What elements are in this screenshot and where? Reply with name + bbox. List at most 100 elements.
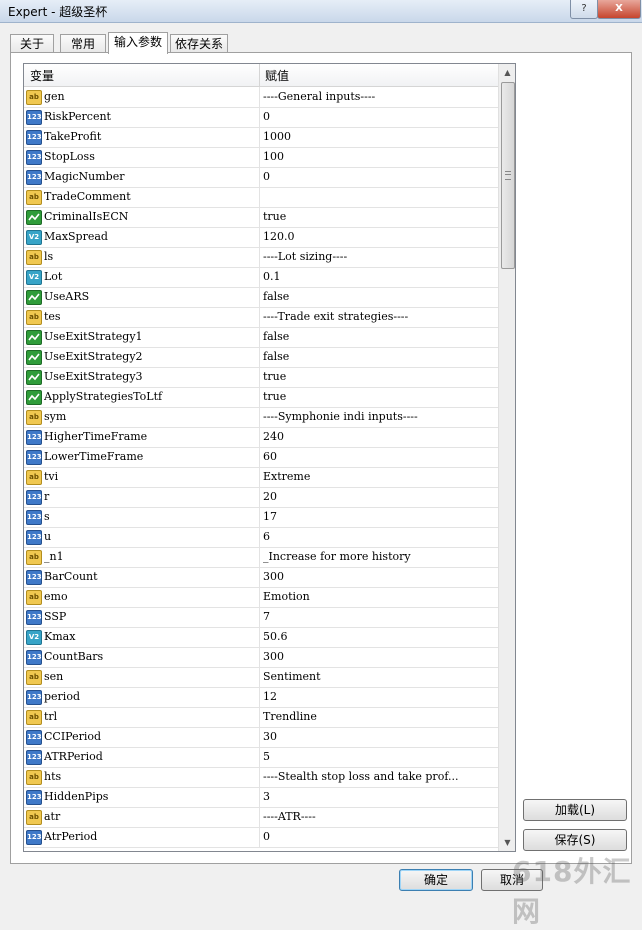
param-value[interactable]: Extreme [263,467,495,487]
param-value[interactable]: 6 [263,527,495,547]
table-row[interactable]: ab emo Emotion [24,587,498,608]
param-value[interactable]: ----General inputs---- [263,87,495,107]
header-value[interactable]: 赋值 [265,67,289,84]
param-value[interactable]: 50.6 [263,627,495,647]
param-value[interactable]: 7 [263,607,495,627]
string-type-icon: ab [26,250,42,265]
table-row[interactable]: 123 s 17 [24,507,498,528]
param-name: _n1 [44,550,64,563]
save-button[interactable]: 保存(S) [523,829,627,851]
tab-common[interactable]: 常用 [60,34,106,53]
table-row[interactable]: 123 CountBars 300 [24,647,498,668]
table-row[interactable]: ab tes ----Trade exit strategies---- [24,307,498,328]
table-row[interactable]: 123 period 12 [24,687,498,708]
param-value[interactable]: false [263,347,495,367]
param-value[interactable]: 1000 [263,127,495,147]
tab-inputs[interactable]: 输入参数 [108,32,168,54]
scroll-thumb[interactable] [501,82,515,269]
param-value[interactable]: true [263,207,495,227]
close-button[interactable]: X [597,0,641,19]
table-row[interactable]: ApplyStrategiesToLtf true [24,387,498,408]
table-row[interactable]: ab hts ----Stealth stop loss and take prof… [24,767,498,788]
param-value[interactable]: 30 [263,727,495,747]
table-row[interactable]: 123 HiddenPips 3 [24,787,498,808]
table-row[interactable]: CriminalIsECN true [24,207,498,228]
table-row[interactable]: ab ls ----Lot sizing---- [24,247,498,268]
param-value[interactable]: ----Lot sizing---- [263,247,495,267]
table-row[interactable]: 123 r 20 [24,487,498,508]
param-value[interactable]: 300 [263,567,495,587]
param-value[interactable] [263,187,495,207]
param-value[interactable]: 3 [263,787,495,807]
table-row[interactable]: ab trl Trendline [24,707,498,728]
column-divider [259,187,260,207]
tab-about[interactable]: 关于 [10,34,54,53]
param-value[interactable]: true [263,367,495,387]
column-divider [259,827,260,847]
param-value[interactable]: 300 [263,647,495,667]
column-divider [259,607,260,627]
table-row[interactable]: 123 StopLoss 100 [24,147,498,168]
ok-button[interactable]: 确定 [399,869,473,891]
watermark: 618外汇网 [512,855,632,928]
vertical-scrollbar[interactable]: ▲ ▼ [498,64,515,851]
column-divider [259,447,260,467]
param-value[interactable]: 0 [263,167,495,187]
param-value[interactable]: ----Symphonie indi inputs---- [263,407,495,427]
param-value[interactable]: Trendline [263,707,495,727]
table-row[interactable]: ab TradeComment [24,187,498,208]
table-row[interactable]: 123 TakeProfit 1000 [24,127,498,148]
table-row[interactable]: V2 Kmax 50.6 [24,627,498,648]
table-row[interactable]: ab gen ----General inputs---- [24,87,498,108]
column-divider [259,207,260,227]
table-row[interactable]: 123 MagicNumber 0 [24,167,498,188]
table-row[interactable]: 123 HigherTimeFrame 240 [24,427,498,448]
table-row[interactable]: 123 u 6 [24,527,498,548]
param-value[interactable]: 240 [263,427,495,447]
param-value[interactable]: false [263,287,495,307]
param-value[interactable]: 0 [263,107,495,127]
scroll-up-icon[interactable]: ▲ [499,64,515,81]
table-row[interactable]: 123 SSP 7 [24,607,498,628]
tab-dependencies[interactable]: 依存关系 [170,34,228,53]
param-value[interactable]: 20 [263,487,495,507]
table-row[interactable]: ab sen Sentiment [24,667,498,688]
param-value[interactable]: 17 [263,507,495,527]
table-row[interactable]: 123 CCIPeriod 30 [24,727,498,748]
param-value[interactable]: Emotion [263,587,495,607]
header-variable[interactable]: 变量 [30,67,54,84]
table-row[interactable]: UseARS false [24,287,498,308]
table-row[interactable]: ab atr ----ATR---- [24,807,498,828]
table-row[interactable]: 123 ATRPeriod 5 [24,747,498,768]
param-value[interactable]: 0 [263,827,495,847]
table-row[interactable]: 123 RiskPercent 0 [24,107,498,128]
scroll-down-icon[interactable]: ▼ [499,834,515,851]
param-value[interactable]: ----Trade exit strategies---- [263,307,495,327]
param-value[interactable]: 60 [263,447,495,467]
param-value[interactable]: 0.1 [263,267,495,287]
double-type-icon: V2 [26,270,42,285]
help-button[interactable]: ? [570,0,598,19]
param-value[interactable]: ----ATR---- [263,807,495,827]
table-row[interactable]: 123 BarCount 300 [24,567,498,588]
param-value[interactable]: true [263,387,495,407]
param-value[interactable]: _Increase for more history [263,547,495,567]
table-row[interactable]: ab _n1 _Increase for more history [24,547,498,568]
table-row[interactable]: ab tvi Extreme [24,467,498,488]
table-row[interactable]: 123 LowerTimeFrame 60 [24,447,498,468]
table-row[interactable]: UseExitStrategy2 false [24,347,498,368]
load-button[interactable]: 加载(L) [523,799,627,821]
table-row[interactable]: UseExitStrategy1 false [24,327,498,348]
param-value[interactable]: Sentiment [263,667,495,687]
param-value[interactable]: false [263,327,495,347]
param-value[interactable]: ----Stealth stop loss and take prof... [263,767,495,787]
param-value[interactable]: 5 [263,747,495,767]
table-row[interactable]: UseExitStrategy3 true [24,367,498,388]
table-row[interactable]: 123 AtrPeriod 0 [24,827,498,848]
param-value[interactable]: 12 [263,687,495,707]
table-row[interactable]: V2 MaxSpread 120.0 [24,227,498,248]
param-value[interactable]: 120.0 [263,227,495,247]
table-row[interactable]: V2 Lot 0.1 [24,267,498,288]
table-row[interactable]: ab sym ----Symphonie indi inputs---- [24,407,498,428]
param-value[interactable]: 100 [263,147,495,167]
